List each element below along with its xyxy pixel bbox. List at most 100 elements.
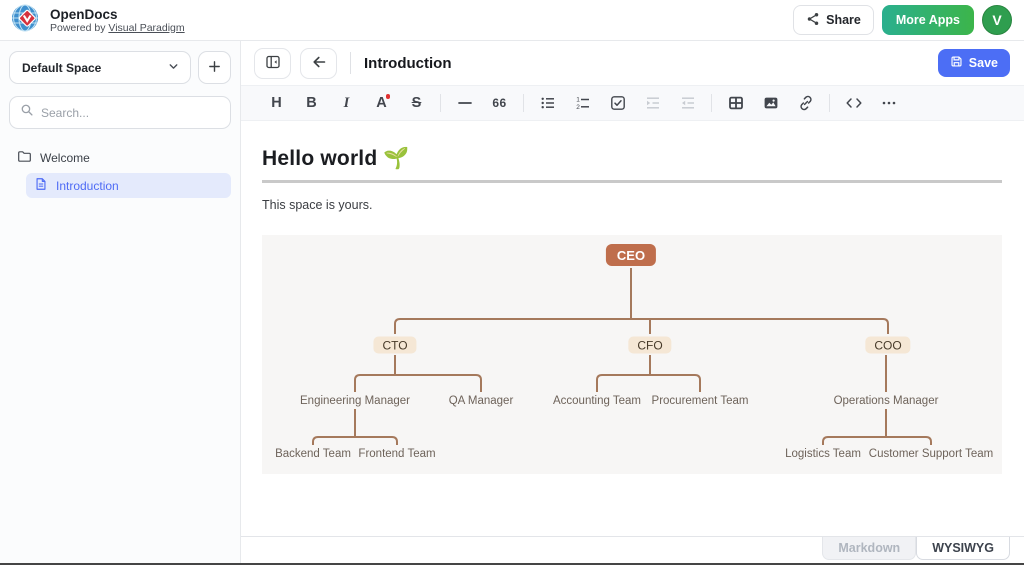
search-box [9, 96, 231, 129]
tab-wysiwyg[interactable]: WYSIWYG [916, 537, 1010, 560]
org-node-cfo: CFO [628, 337, 671, 354]
share-button[interactable]: Share [793, 5, 874, 35]
indent-icon [645, 95, 661, 111]
document-editor[interactable]: Hello world 🌱 This space is yours. CEO CT… [241, 121, 1024, 536]
document-icon [34, 177, 48, 194]
code-button[interactable] [836, 89, 871, 117]
header-actions: Share More Apps V [793, 5, 1012, 35]
search-input[interactable] [41, 106, 220, 120]
horizontal-rule-icon [457, 95, 473, 111]
divider [440, 94, 441, 112]
italic-button[interactable]: I [329, 89, 364, 117]
document-heading[interactable]: Hello world 🌱 [262, 147, 1002, 171]
sidebar: Default Space [0, 41, 241, 563]
folder-icon [17, 149, 32, 167]
divider [523, 94, 524, 112]
save-button[interactable]: Save [938, 49, 1010, 77]
outdent-icon [680, 95, 696, 111]
user-avatar[interactable]: V [982, 5, 1012, 35]
org-node-qa: QA Manager [449, 395, 514, 407]
more-apps-button[interactable]: More Apps [882, 5, 974, 35]
svg-text:1: 1 [576, 97, 580, 104]
color-dot [386, 94, 391, 99]
page-title: Introduction [364, 55, 451, 72]
heading-button[interactable]: H [259, 89, 294, 117]
task-list-button[interactable] [600, 89, 635, 117]
image-icon [763, 95, 779, 111]
org-node-coo: COO [865, 337, 910, 354]
share-icon [806, 12, 820, 29]
org-node-fe: Frontend Team [358, 448, 435, 460]
bullet-list-button[interactable] [530, 89, 565, 117]
chevron-down-icon [167, 60, 180, 76]
org-chart-connectors [262, 235, 1002, 474]
body-row: Default Space [0, 41, 1024, 563]
tree-item-label: Welcome [40, 151, 90, 165]
bullet-list-icon [540, 95, 556, 111]
space-selector[interactable]: Default Space [9, 51, 191, 84]
arrow-left-icon [311, 54, 327, 73]
indent-button[interactable] [635, 89, 670, 117]
sidebar-item-welcome[interactable]: Welcome [9, 145, 231, 170]
divider [350, 52, 351, 74]
divider [711, 94, 712, 112]
visual-paradigm-link[interactable]: Visual Paradigm [108, 22, 184, 34]
org-node-ops: Operations Manager [834, 395, 939, 407]
org-chart-diagram[interactable]: CEO CTO CFO COO Engineering Manager QA Manage… [262, 235, 1002, 474]
numbered-list-button[interactable]: 12 [565, 89, 600, 117]
image-button[interactable] [753, 89, 788, 117]
text-color-button[interactable]: A [364, 89, 399, 117]
brand: OpenDocs Powered by Visual Paradigm [10, 2, 185, 39]
code-icon [845, 95, 863, 111]
org-node-cs: Customer Support Team [869, 448, 993, 460]
strikethrough-button[interactable]: S [399, 89, 434, 117]
app-header: OpenDocs Powered by Visual Paradigm [0, 0, 1024, 41]
link-icon [798, 95, 814, 111]
outdent-button[interactable] [670, 89, 705, 117]
org-node-proc: Procurement Team [652, 395, 749, 407]
horizontal-rule-button[interactable] [447, 89, 482, 117]
org-node-em: Engineering Manager [300, 395, 410, 407]
document-paragraph[interactable]: This space is yours. [262, 198, 1002, 212]
opendocs-logo-icon [10, 2, 42, 39]
save-label: Save [969, 56, 998, 70]
share-label: Share [826, 13, 861, 27]
panel-collapse-icon [265, 54, 281, 73]
link-button[interactable] [788, 89, 823, 117]
toggle-sidebar-button[interactable] [254, 48, 291, 79]
table-button[interactable] [718, 89, 753, 117]
space-selector-value: Default Space [22, 61, 101, 75]
org-node-acct: Accounting Team [553, 395, 641, 407]
org-node-log: Logistics Team [785, 448, 861, 460]
powered-by: Powered by Visual Paradigm [50, 22, 185, 34]
editor-footer: Markdown WYSIWYG [241, 536, 1024, 563]
org-node-ceo: CEO [606, 244, 656, 266]
document-topbar: Introduction Save [241, 41, 1024, 85]
blockquote-button[interactable]: 66 [482, 89, 517, 117]
search-icon [20, 103, 34, 122]
main-panel: Introduction Save H B I A S [241, 41, 1024, 563]
tree-item-label: Introduction [56, 179, 119, 193]
add-page-button[interactable] [198, 51, 231, 84]
org-node-cto: CTO [373, 337, 416, 354]
heading-underline [262, 180, 1002, 183]
tab-markdown[interactable]: Markdown [822, 537, 916, 560]
plus-icon [207, 59, 222, 77]
app-window: OpenDocs Powered by Visual Paradigm [0, 0, 1024, 563]
divider [829, 94, 830, 112]
page-tree: Welcome Introduction [9, 145, 231, 198]
brand-text: OpenDocs Powered by Visual Paradigm [50, 7, 185, 34]
numbered-list-icon: 12 [575, 95, 591, 111]
formatting-toolbar: H B I A S 66 12 [241, 85, 1024, 121]
table-icon [728, 95, 744, 111]
org-node-be: Backend Team [275, 448, 351, 460]
more-options-button[interactable] [871, 89, 906, 117]
app-title: OpenDocs [50, 7, 185, 22]
sidebar-item-introduction[interactable]: Introduction [26, 173, 231, 198]
svg-text:2: 2 [576, 104, 580, 111]
ellipsis-icon [880, 95, 898, 111]
task-list-icon [610, 95, 626, 111]
space-row: Default Space [9, 51, 231, 84]
bold-button[interactable]: B [294, 89, 329, 117]
back-button[interactable] [300, 48, 337, 79]
